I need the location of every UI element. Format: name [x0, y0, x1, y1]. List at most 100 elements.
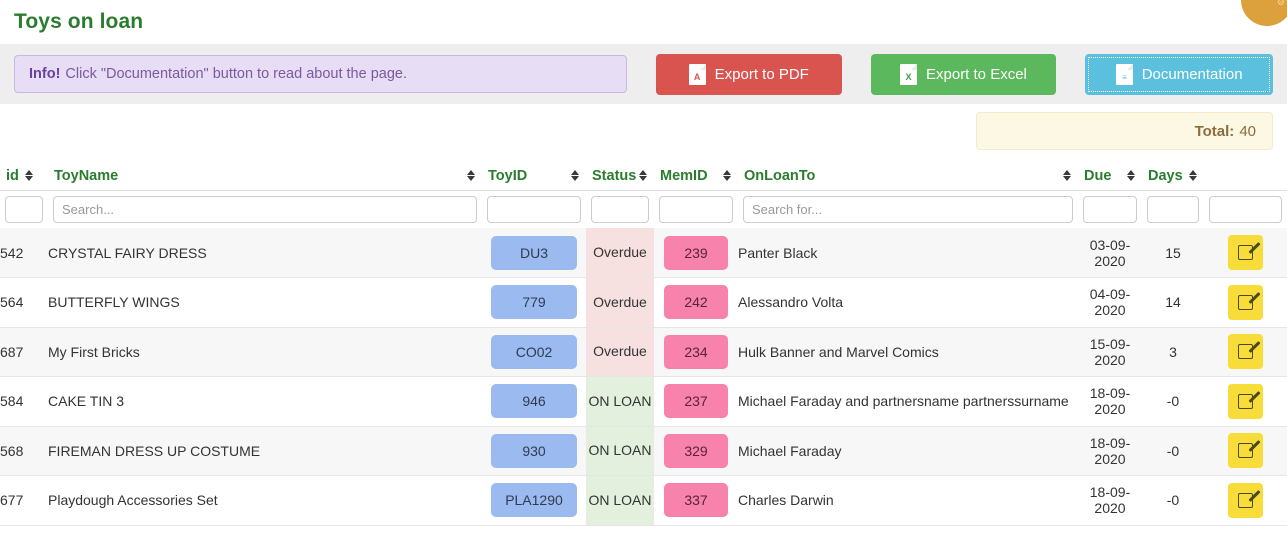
column-header-due[interactable]: Due: [1078, 159, 1142, 191]
cell-toyid: 946: [482, 377, 586, 427]
table-row: 677 Playdough Accessories Set PLA1290 ON LO…: [0, 475, 1287, 526]
filter-cell-onloanto: [738, 190, 1078, 228]
edit-icon: [1238, 437, 1254, 459]
cell-status: ON LOAN: [586, 376, 654, 426]
toyid-badge: DU3: [491, 235, 577, 270]
total-label: Total:: [1194, 122, 1235, 140]
filter-cell-id: [0, 190, 48, 228]
info-alert-strong: Info!: [29, 66, 61, 82]
column-header-onloanto-label: OnLoanTo: [744, 167, 816, 184]
filter-cell-toyname: [48, 190, 482, 228]
cell-days: 14: [1165, 294, 1181, 311]
sort-icon[interactable]: [723, 169, 732, 182]
edit-icon: [1238, 486, 1254, 508]
edit-icon: [1238, 288, 1254, 310]
export-to-pdf-label: Export to PDF: [714, 65, 809, 83]
cell-actions: [1204, 327, 1287, 377]
column-header-days-label: Days: [1148, 167, 1183, 184]
sort-icon[interactable]: [571, 169, 580, 182]
filter-input-onloanto[interactable]: [743, 195, 1073, 223]
excel-icon-glyph: X: [905, 71, 912, 82]
edit-row-button[interactable]: [1228, 383, 1263, 419]
column-header-days[interactable]: Days: [1142, 159, 1204, 191]
toyid-badge: 779: [491, 285, 577, 320]
export-to-pdf-button[interactable]: A Export to PDF: [655, 53, 842, 95]
sort-icon[interactable]: [1189, 169, 1198, 182]
cell-due: 18-09-2020: [1089, 385, 1131, 418]
table-row: 564 BUTTERFLY WINGS 779 Overdue 242 Alessandr…: [0, 277, 1287, 328]
column-header-memid[interactable]: MemID: [654, 159, 738, 191]
column-header-toyid[interactable]: ToyID: [482, 159, 586, 191]
toys-on-loan-table: id ToyName ToyID Status MemID OnLoanTo D…: [0, 159, 1287, 526]
filter-input-status[interactable]: [591, 195, 649, 223]
column-header-toyname[interactable]: ToyName: [48, 159, 482, 191]
filter-cell-status: [586, 190, 654, 228]
edit-row-button[interactable]: [1228, 235, 1263, 270]
table-row: 568 FIREMAN DRESS UP COSTUME 930 ON LOAN 329…: [0, 426, 1287, 476]
sort-icon[interactable]: [467, 169, 476, 182]
cell-memid: 242: [654, 278, 738, 328]
toyid-badge: CO02: [491, 334, 577, 369]
memid-badge: 242: [664, 285, 728, 320]
cell-toyname: Playdough Accessories Set: [48, 492, 218, 509]
column-header-id[interactable]: id: [0, 159, 48, 191]
sort-icon[interactable]: [1127, 169, 1136, 182]
column-header-toyid-label: ToyID: [488, 167, 528, 184]
filter-input-memid[interactable]: [659, 195, 733, 223]
column-header-actions: [1204, 159, 1287, 191]
table-body: 542 CRYSTAL FAIRY DRESS DU3 Overdue 239 Pante…: [0, 228, 1287, 525]
cell-due: 15-09-2020: [1089, 335, 1131, 368]
table-row: 687 My First Bricks CO02 Overdue 234 Hulk Ban…: [0, 327, 1287, 377]
cell-toyname: CRYSTAL FAIRY DRESS: [48, 244, 207, 261]
memid-badge: 329: [664, 433, 728, 468]
toolbar: Info! Click "Documentation" button to re…: [0, 44, 1287, 104]
filter-input-id[interactable]: [5, 195, 43, 223]
table-filter-row: [0, 190, 1287, 228]
cell-due: 04-09-2020: [1089, 286, 1131, 319]
cell-onloanto: Michael Faraday and partnersname partner…: [738, 393, 1069, 410]
documentation-button[interactable]: ≡ Documentation: [1085, 53, 1273, 95]
export-to-excel-button[interactable]: X Export to Excel: [870, 53, 1057, 95]
cell-days: -0: [1166, 442, 1180, 459]
edit-row-button[interactable]: [1228, 284, 1263, 320]
cell-memid: 234: [654, 327, 738, 377]
pdf-file-icon: A: [688, 63, 706, 85]
filter-input-days[interactable]: [1147, 195, 1199, 223]
edit-row-button[interactable]: [1228, 334, 1263, 370]
cell-toyid: CO02: [482, 327, 586, 377]
filter-input-toyname[interactable]: [53, 195, 477, 223]
page-header: Toys on loan: [0, 0, 1287, 44]
column-header-toyname-label: ToyName: [54, 167, 119, 184]
cell-status: Overdue: [586, 228, 654, 278]
cell-id: 568: [0, 442, 24, 459]
page-title: Toys on loan: [14, 10, 144, 33]
cell-days: -0: [1166, 492, 1180, 509]
memid-badge: 237: [664, 384, 728, 419]
filter-input-toyid[interactable]: [487, 195, 581, 223]
filter-input-actions[interactable]: [1209, 195, 1282, 223]
cell-status: Overdue: [586, 327, 654, 377]
sort-icon[interactable]: [24, 169, 34, 182]
column-header-onloanto[interactable]: OnLoanTo: [738, 159, 1078, 191]
memid-badge: 239: [664, 235, 728, 270]
table-row: 584 CAKE TIN 3 946 ON LOAN 237 Michael Farada…: [0, 376, 1287, 427]
toyid-badge: 946: [491, 384, 577, 419]
sort-icon[interactable]: [1063, 169, 1072, 182]
filter-input-due[interactable]: [1083, 195, 1137, 223]
cell-memid: 337: [654, 476, 738, 526]
filter-cell-toyid: [482, 190, 586, 228]
cell-status: Overdue: [586, 277, 654, 327]
cell-id: 542: [0, 244, 24, 261]
filter-cell-actions: [1204, 190, 1287, 228]
sort-icon[interactable]: [639, 169, 648, 182]
edit-icon: [1238, 239, 1254, 260]
filter-cell-due: [1078, 190, 1142, 228]
column-header-status[interactable]: Status: [586, 159, 654, 191]
memid-badge: 234: [664, 334, 728, 369]
cell-memid: 237: [654, 377, 738, 427]
cell-due: 18-09-2020: [1089, 434, 1131, 467]
corner-badge-glyph: ⚙: [1276, 0, 1285, 7]
edit-row-button[interactable]: [1228, 433, 1263, 469]
edit-row-button[interactable]: [1228, 482, 1263, 518]
cell-onloanto: Alessandro Volta: [738, 294, 844, 311]
